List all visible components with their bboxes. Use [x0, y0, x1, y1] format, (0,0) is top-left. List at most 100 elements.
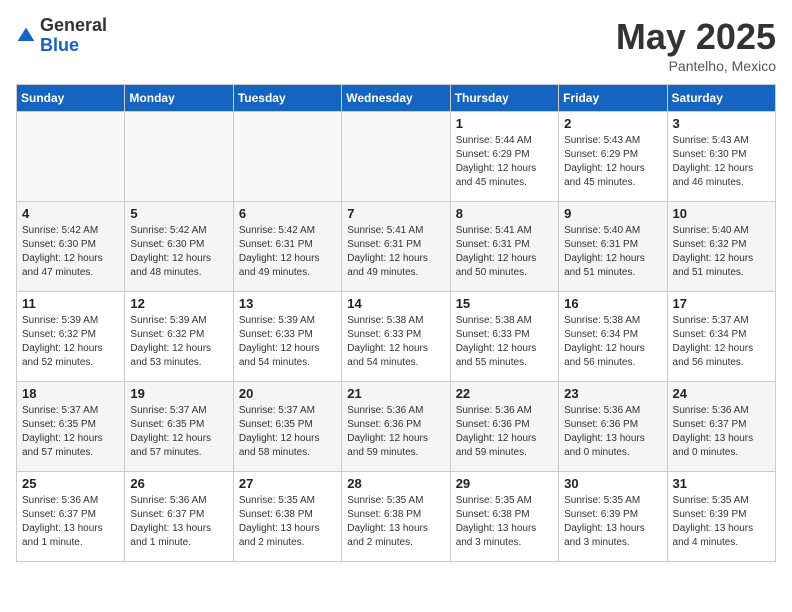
day-info: Sunrise: 5:35 AM Sunset: 6:39 PM Dayligh… — [564, 494, 661, 550]
day-number: 23 — [564, 386, 661, 401]
calendar-cell: 22Sunrise: 5:36 AM Sunset: 6:36 PM Dayli… — [450, 382, 558, 472]
calendar-cell: 12Sunrise: 5:39 AM Sunset: 6:32 PM Dayli… — [125, 292, 233, 382]
day-info: Sunrise: 5:42 AM Sunset: 6:30 PM Dayligh… — [22, 224, 119, 280]
day-number: 20 — [239, 386, 336, 401]
logo-text: General Blue — [40, 16, 107, 56]
calendar-cell: 7 Sunrise: 5:41 AM Sunset: 6:31 PM Daylig… — [342, 202, 450, 292]
day-number: 24 — [673, 386, 770, 401]
day-number: 6 — [239, 206, 336, 221]
day-number: 30 — [564, 476, 661, 491]
logo-general-text: General — [40, 16, 107, 36]
day-info: Sunrise: 5:38 AM Sunset: 6:33 PM Dayligh… — [347, 314, 444, 370]
day-info: Sunrise: 5:36 AM Sunset: 6:36 PM Dayligh… — [564, 404, 661, 460]
day-info: Sunrise: 5:37 AM Sunset: 6:35 PM Dayligh… — [239, 404, 336, 460]
day-info: Sunrise: 5:36 AM Sunset: 6:37 PM Dayligh… — [673, 404, 770, 460]
calendar-cell: 24 Sunrise: 5:36 AM Sunset: 6:37 PM Dayli… — [667, 382, 775, 472]
day-number: 28 — [347, 476, 444, 491]
calendar-cell: 18 Sunrise: 5:37 AM Sunset: 6:35 PM Dayli… — [17, 382, 125, 472]
day-number: 9 — [564, 206, 661, 221]
day-info: Sunrise: 5:36 AM Sunset: 6:36 PM Dayligh… — [347, 404, 444, 460]
day-info: Sunrise: 5:36 AM Sunset: 6:37 PM Dayligh… — [22, 494, 119, 550]
calendar-week-row: 25Sunrise: 5:36 AM Sunset: 6:37 PM Dayli… — [17, 472, 776, 562]
calendar-cell: 13 Sunrise: 5:39 AM Sunset: 6:33 PM Dayli… — [233, 292, 341, 382]
calendar-week-row: 11 Sunrise: 5:39 AM Sunset: 6:32 PM Dayli… — [17, 292, 776, 382]
day-number: 13 — [239, 296, 336, 311]
day-number: 1 — [456, 116, 553, 131]
day-header-wednesday: Wednesday — [342, 85, 450, 112]
month-title: May 2025 — [616, 16, 776, 58]
day-info: Sunrise: 5:35 AM Sunset: 6:38 PM Dayligh… — [456, 494, 553, 550]
calendar-cell: 8Sunrise: 5:41 AM Sunset: 6:31 PM Daylig… — [450, 202, 558, 292]
day-info: Sunrise: 5:36 AM Sunset: 6:36 PM Dayligh… — [456, 404, 553, 460]
day-number: 18 — [22, 386, 119, 401]
day-number: 2 — [564, 116, 661, 131]
day-header-sunday: Sunday — [17, 85, 125, 112]
day-header-monday: Monday — [125, 85, 233, 112]
day-number: 15 — [456, 296, 553, 311]
calendar-cell: 6 Sunrise: 5:42 AM Sunset: 6:31 PM Daylig… — [233, 202, 341, 292]
day-number: 11 — [22, 296, 119, 311]
calendar-cell: 2Sunrise: 5:43 AM Sunset: 6:29 PM Daylig… — [559, 112, 667, 202]
day-info: Sunrise: 5:44 AM Sunset: 6:29 PM Dayligh… — [456, 134, 553, 190]
calendar-cell: 11 Sunrise: 5:39 AM Sunset: 6:32 PM Dayli… — [17, 292, 125, 382]
day-info: Sunrise: 5:38 AM Sunset: 6:33 PM Dayligh… — [456, 314, 553, 370]
day-number: 5 — [130, 206, 227, 221]
day-info: Sunrise: 5:39 AM Sunset: 6:32 PM Dayligh… — [22, 314, 119, 370]
page-header: General Blue May 2025 Pantelho, Mexico — [16, 16, 776, 74]
day-number: 21 — [347, 386, 444, 401]
calendar-cell: 19Sunrise: 5:37 AM Sunset: 6:35 PM Dayli… — [125, 382, 233, 472]
calendar-cell: 16 Sunrise: 5:38 AM Sunset: 6:34 PM Dayli… — [559, 292, 667, 382]
day-info: Sunrise: 5:42 AM Sunset: 6:30 PM Dayligh… — [130, 224, 227, 280]
day-info: Sunrise: 5:41 AM Sunset: 6:31 PM Dayligh… — [347, 224, 444, 280]
day-number: 7 — [347, 206, 444, 221]
logo-blue-text: Blue — [40, 36, 107, 56]
calendar-cell: 30 Sunrise: 5:35 AM Sunset: 6:39 PM Dayli… — [559, 472, 667, 562]
calendar-cell: 5 Sunrise: 5:42 AM Sunset: 6:30 PM Daylig… — [125, 202, 233, 292]
day-info: Sunrise: 5:38 AM Sunset: 6:34 PM Dayligh… — [564, 314, 661, 370]
calendar-table: SundayMondayTuesdayWednesdayThursdayFrid… — [16, 84, 776, 562]
calendar-cell: 28Sunrise: 5:35 AM Sunset: 6:38 PM Dayli… — [342, 472, 450, 562]
calendar-cell: 4 Sunrise: 5:42 AM Sunset: 6:30 PM Daylig… — [17, 202, 125, 292]
calendar-cell: 21 Sunrise: 5:36 AM Sunset: 6:36 PM Dayli… — [342, 382, 450, 472]
day-number: 12 — [130, 296, 227, 311]
day-info: Sunrise: 5:39 AM Sunset: 6:33 PM Dayligh… — [239, 314, 336, 370]
day-info: Sunrise: 5:36 AM Sunset: 6:37 PM Dayligh… — [130, 494, 227, 550]
calendar-header-row: SundayMondayTuesdayWednesdayThursdayFrid… — [17, 85, 776, 112]
day-number: 8 — [456, 206, 553, 221]
day-number: 31 — [673, 476, 770, 491]
day-info: Sunrise: 5:35 AM Sunset: 6:38 PM Dayligh… — [239, 494, 336, 550]
calendar-cell — [125, 112, 233, 202]
calendar-cell: 15 Sunrise: 5:38 AM Sunset: 6:33 PM Dayli… — [450, 292, 558, 382]
day-info: Sunrise: 5:37 AM Sunset: 6:35 PM Dayligh… — [130, 404, 227, 460]
day-info: Sunrise: 5:40 AM Sunset: 6:31 PM Dayligh… — [564, 224, 661, 280]
day-info: Sunrise: 5:42 AM Sunset: 6:31 PM Dayligh… — [239, 224, 336, 280]
day-info: Sunrise: 5:37 AM Sunset: 6:34 PM Dayligh… — [673, 314, 770, 370]
day-number: 17 — [673, 296, 770, 311]
calendar-cell: 20 Sunrise: 5:37 AM Sunset: 6:35 PM Dayli… — [233, 382, 341, 472]
day-number: 4 — [22, 206, 119, 221]
calendar-cell — [233, 112, 341, 202]
calendar-week-row: 4 Sunrise: 5:42 AM Sunset: 6:30 PM Daylig… — [17, 202, 776, 292]
calendar-cell: 14 Sunrise: 5:38 AM Sunset: 6:33 PM Dayli… — [342, 292, 450, 382]
calendar-cell: 31Sunrise: 5:35 AM Sunset: 6:39 PM Dayli… — [667, 472, 775, 562]
day-number: 27 — [239, 476, 336, 491]
title-block: May 2025 Pantelho, Mexico — [616, 16, 776, 74]
calendar-week-row: 1 Sunrise: 5:44 AM Sunset: 6:29 PM Daylig… — [17, 112, 776, 202]
day-number: 16 — [564, 296, 661, 311]
calendar-cell: 29 Sunrise: 5:35 AM Sunset: 6:38 PM Dayli… — [450, 472, 558, 562]
day-number: 14 — [347, 296, 444, 311]
day-header-tuesday: Tuesday — [233, 85, 341, 112]
calendar-cell: 23 Sunrise: 5:36 AM Sunset: 6:36 PM Dayli… — [559, 382, 667, 472]
day-number: 10 — [673, 206, 770, 221]
day-info: Sunrise: 5:43 AM Sunset: 6:30 PM Dayligh… — [673, 134, 770, 190]
day-info: Sunrise: 5:37 AM Sunset: 6:35 PM Dayligh… — [22, 404, 119, 460]
day-number: 29 — [456, 476, 553, 491]
logo-icon — [16, 26, 36, 46]
calendar-cell: 1 Sunrise: 5:44 AM Sunset: 6:29 PM Daylig… — [450, 112, 558, 202]
calendar-cell: 27 Sunrise: 5:35 AM Sunset: 6:38 PM Dayli… — [233, 472, 341, 562]
day-header-thursday: Thursday — [450, 85, 558, 112]
calendar-cell: 10 Sunrise: 5:40 AM Sunset: 6:32 PM Dayli… — [667, 202, 775, 292]
day-info: Sunrise: 5:40 AM Sunset: 6:32 PM Dayligh… — [673, 224, 770, 280]
location-text: Pantelho, Mexico — [616, 58, 776, 74]
calendar-cell: 3Sunrise: 5:43 AM Sunset: 6:30 PM Daylig… — [667, 112, 775, 202]
